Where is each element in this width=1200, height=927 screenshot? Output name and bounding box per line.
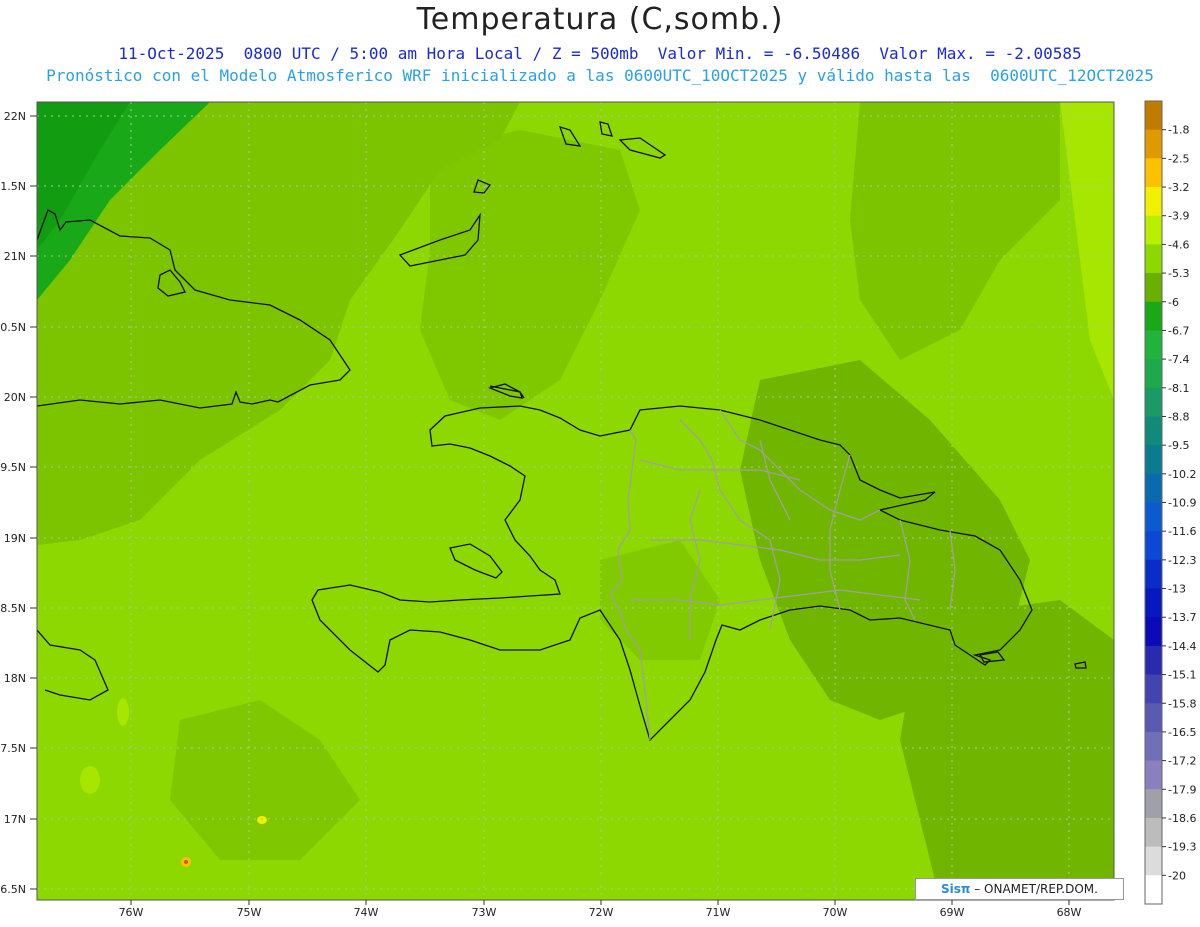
legend-swatch [1145,101,1162,131]
lon-ticks [130,900,1070,905]
legend-label: -15.8 [1168,697,1196,710]
legend-label: -15.1 [1168,669,1196,682]
lat-label: 9.5N [0,461,26,474]
legend-label: -20 [1168,869,1186,882]
legend-label: -3.2 [1168,181,1189,194]
legend-swatch [1145,731,1162,762]
legend-label: -17.2 [1168,755,1196,768]
legend-swatch [1145,817,1162,848]
lon-label: 73W [472,906,497,919]
legend-label: -3.9 [1168,210,1189,223]
lat-label: 18N [4,672,26,685]
legend-label: -17.9 [1168,783,1196,796]
lat-label: 6.5N [0,883,26,896]
lat-label: 7.5N [0,742,26,755]
lat-label: 1.5N [0,180,26,193]
legend-swatch [1145,416,1162,446]
latitude-labels: 22N 1.5N 21N 0.5N 20N 9.5N 19N 8.5N 18N … [0,110,26,896]
legend-swatch [1145,531,1162,561]
legend-label: -10.2 [1168,468,1196,481]
legend-swatch [1145,875,1162,905]
map-figure: 22N 1.5N 21N 0.5N 20N 9.5N 19N 8.5N 18N … [0,100,1196,919]
lon-label: 68W [1057,906,1082,919]
legend-swatch [1145,273,1162,303]
legend-swatch [1145,760,1162,790]
legend-label: -7.4 [1168,353,1189,366]
lon-label: 76W [119,906,144,919]
legend-label: -13.7 [1168,611,1196,624]
legend-swatch [1145,445,1162,475]
legend-label: -11.6 [1168,525,1196,538]
legend-label: -5.3 [1168,267,1189,280]
lat-label: 8.5N [0,602,26,615]
legend-label: -12.3 [1168,554,1196,567]
lon-label: 72W [589,906,614,919]
legend-swatch [1145,789,1162,819]
lon-label: 69W [940,906,965,919]
legend-swatch [1145,645,1162,676]
color-legend: -1.8 -2.5 -3.2 -3.9 -4.6 -5.3 -6 -6.7 -7.4 -8.1 -8… [1144,100,1196,905]
legend-label: -8.1 [1168,382,1189,395]
lon-label: 75W [237,906,262,919]
legend-swatch [1145,703,1162,733]
longitude-labels: 76W 75W 74W 73W 72W 71W 70W 69W 68W [119,906,1082,919]
legend-swatch [1145,559,1162,590]
legend-swatch [1145,846,1162,876]
legend-swatch [1145,301,1162,331]
legend-label: -1.8 [1168,124,1189,137]
legend-label: -10.9 [1168,497,1196,510]
lon-label: 70W [823,906,848,919]
legend-swatch [1145,187,1162,217]
legend-label: -13 [1168,583,1186,596]
legend-label: -19.3 [1168,841,1196,854]
legend-swatch [1145,158,1162,188]
sispi-logo: Sisπ [941,882,971,896]
legend-swatch [1145,674,1162,704]
legend-label: -18.6 [1168,812,1196,825]
legend-label: -9.5 [1168,439,1189,452]
lat-label: 22N [4,110,26,123]
legend-swatch [1145,215,1162,245]
legend-swatch [1145,330,1162,360]
credit-text: – ONAMET/REP.DOM. [970,882,1098,896]
legend-swatch [1145,473,1162,503]
lat-label: 19N [4,532,26,545]
legend-label: -2.5 [1168,152,1189,165]
legend-label: -14.4 [1168,640,1196,653]
lat-label: 20N [4,391,26,404]
lon-label: 74W [354,906,379,919]
legend-label: -4.6 [1168,238,1189,251]
legend-swatch [1145,129,1162,159]
legend-swatch [1145,244,1162,274]
legend-swatch [1145,617,1162,647]
lat-label: 21N [4,250,26,263]
legend-label: -6 [1168,296,1179,309]
legend-swatch [1145,359,1162,389]
legend-label: -6.7 [1168,324,1189,337]
legend-swatch [1145,588,1162,618]
credit-box: Sisπ – ONAMET/REP.DOM. [915,878,1124,900]
lat-label: 0.5N [0,321,26,334]
legend-label: -16.5 [1168,726,1196,739]
legend-label: -8.8 [1168,410,1189,423]
lat-label: 17N [4,813,26,826]
legend-swatch [1145,502,1162,532]
lon-label: 71W [706,906,731,919]
legend-swatch [1145,387,1162,417]
lat-ticks [30,115,37,890]
